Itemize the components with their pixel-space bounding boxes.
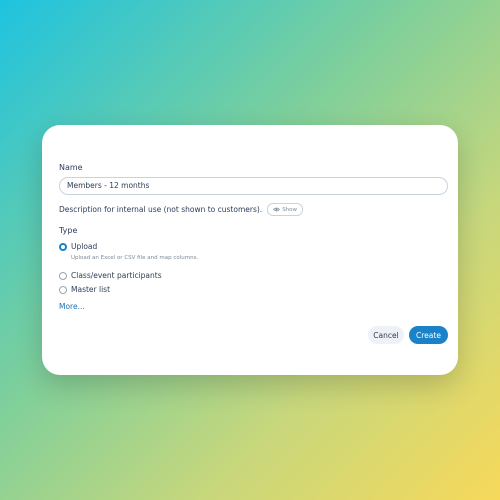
radio-upload-indicator[interactable] xyxy=(59,242,67,251)
create-button[interactable]: Create xyxy=(409,326,448,344)
radio-upload-label: Upload xyxy=(71,242,98,251)
upload-hint: Upload an Excel or CSV file and map colu… xyxy=(71,255,199,261)
name-label: Name xyxy=(59,163,83,172)
create-list-dialog: Name Members - 12 months Description for… xyxy=(42,125,458,375)
show-description-button[interactable]: Show xyxy=(267,203,304,216)
description-row: Description for internal use (not shown … xyxy=(59,203,304,216)
type-label: Type xyxy=(59,226,78,235)
name-input[interactable]: Members - 12 months xyxy=(59,177,448,195)
radio-master-list-indicator[interactable] xyxy=(59,285,67,294)
radio-class-event-participants[interactable]: Class/event participants xyxy=(59,271,162,280)
radio-class-event-indicator[interactable] xyxy=(59,271,67,280)
radio-master-list[interactable]: Master list xyxy=(59,285,110,294)
cancel-button[interactable]: Cancel xyxy=(368,326,404,344)
eye-icon xyxy=(273,207,281,212)
description-label: Description for internal use (not shown … xyxy=(59,205,263,214)
show-label: Show xyxy=(282,206,298,213)
radio-class-event-label: Class/event participants xyxy=(71,271,162,280)
radio-upload[interactable]: Upload xyxy=(59,242,97,251)
radio-master-list-label: Master list xyxy=(71,285,111,294)
more-link[interactable]: More... xyxy=(59,302,85,311)
